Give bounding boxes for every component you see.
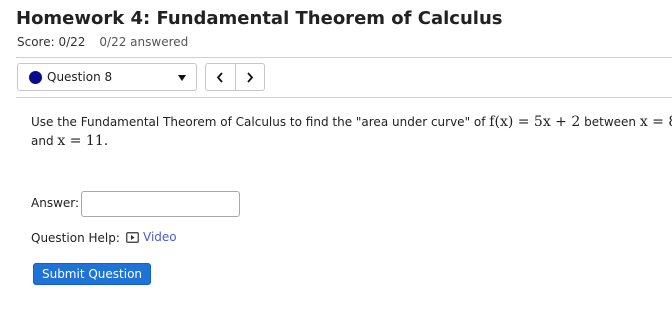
question-text-part: between [584,115,636,129]
caret-down-icon [178,75,186,81]
page-title: Homework 4: Fundamental Theorem of Calcu… [16,8,503,29]
score-text: Score: 0/22 [17,35,86,49]
question-select-dropdown[interactable]: Question 8 [17,63,197,91]
next-question-button[interactable] [236,64,265,90]
chevron-right-icon [247,72,254,83]
score-summary: Score: 0/22 0/22 answered [17,35,188,49]
question-prompt: Use the Fundamental Theorem of Calculus … [31,113,672,151]
answer-input[interactable] [81,191,240,217]
selected-question-label: Question 8 [47,70,113,84]
submit-question-button[interactable]: Submit Question [33,263,151,285]
video-help-link[interactable]: Video [126,230,177,244]
answer-label: Answer: [31,196,80,210]
previous-question-button[interactable] [206,64,236,90]
question-math-upper-bound: x = 11. [57,133,109,149]
question-math-lower-bound: x = 8 [639,114,672,130]
question-text-part: and [31,134,54,148]
answered-count: 0/22 answered [99,35,189,49]
video-play-icon [126,232,139,243]
video-link-label: Video [143,230,177,244]
divider [16,57,672,58]
chevron-left-icon [216,72,223,83]
question-math-function: f(x) = 5x + 2 [489,114,581,130]
divider [16,97,672,98]
question-nav-buttons [205,63,265,91]
question-help-label: Question Help: [31,231,120,245]
question-status-dot-icon [29,71,42,84]
question-text-part: Use the Fundamental Theorem of Calculus … [31,115,486,129]
